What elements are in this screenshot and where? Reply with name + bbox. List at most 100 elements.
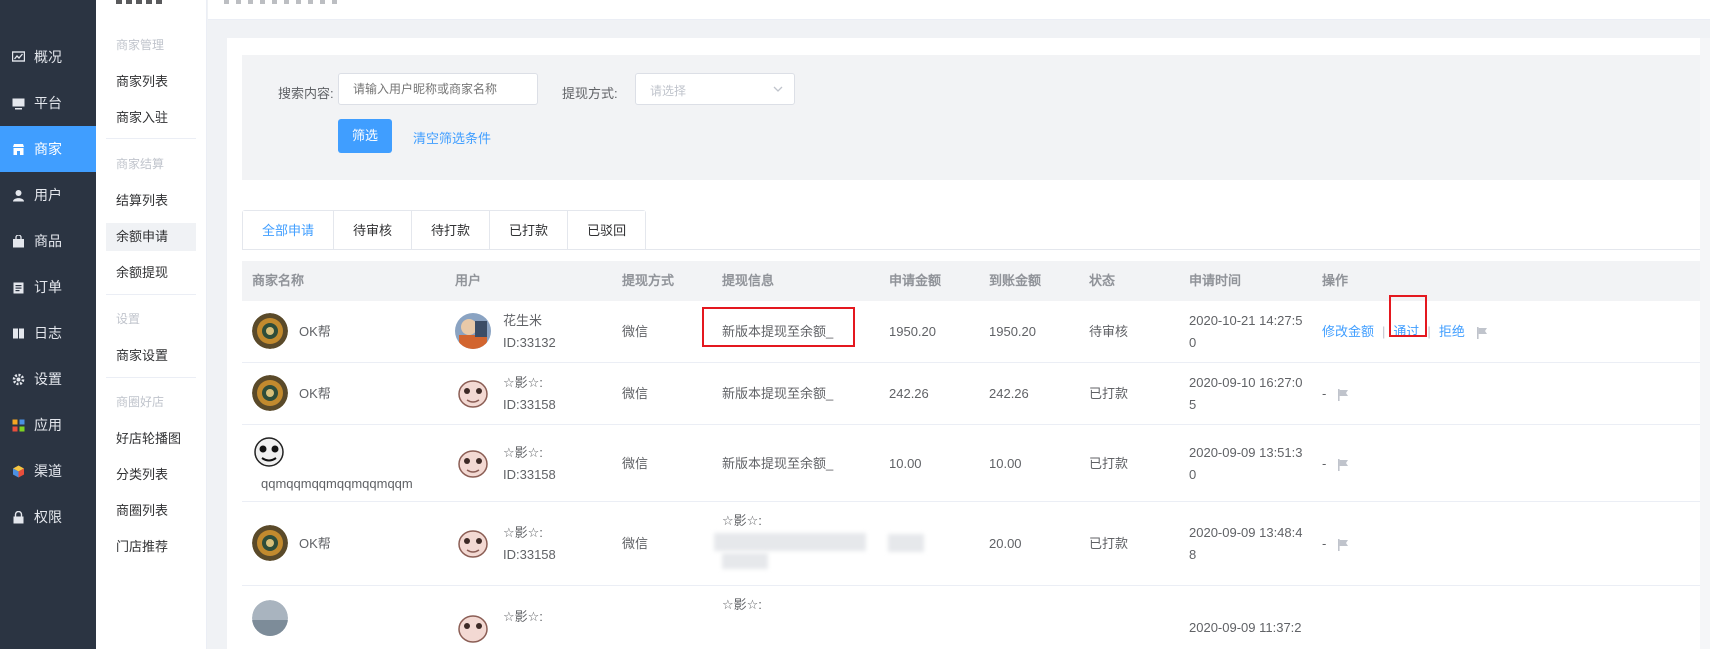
apply-amount: 1950.20 (889, 324, 936, 339)
nav-item-5[interactable]: 订单 (0, 264, 96, 310)
status-tabs: 全部申请 待审核 待打款 已打款 已驳回 (242, 210, 647, 250)
tab-3[interactable]: 已打款 (490, 211, 569, 250)
user-avatar (455, 313, 491, 349)
col-actions: 操作 (1322, 273, 1349, 288)
nav-item-4[interactable]: 商品 (0, 218, 96, 264)
nav-item-label: 商家 (34, 141, 62, 157)
menu-balance-withdraw[interactable]: 余额提现 (106, 259, 196, 287)
status-text: 已打款 (1089, 456, 1129, 471)
app: 概况 平台 商家 用户 商品 订单 日志 设置 应用 渠道 权限 商家管理 商家列表 商家入驻 商家… (0, 0, 1710, 649)
flag-icon[interactable] (1336, 458, 1350, 472)
secondary-sidebar: 商家管理 商家列表 商家入驻 商家结算 结算列表 余额申请 余额提现 设置 商家… (96, 0, 207, 649)
withdraw-info: 新版本提现至余额_ (722, 386, 834, 401)
col-info: 提现信息 (722, 273, 775, 288)
group-title-shop-circle: 商圈好店 (116, 395, 165, 409)
nav-item-label: 权限 (34, 509, 62, 525)
flag-icon[interactable] (1475, 326, 1489, 340)
method-select-placeholder: 请选择 (650, 84, 687, 98)
status-text: 待审核 (1089, 324, 1129, 339)
status-text: 已打款 (1089, 536, 1129, 551)
user-id: ID:33158 (503, 467, 556, 482)
menu-circle-list[interactable]: 商圈列表 (106, 497, 196, 525)
table-row: qqmqqmqqmqqmqqmqqm ☆影☆: ID:33158 微信 新版本提… (242, 425, 1710, 502)
sidebar-title-fragment (116, 0, 166, 4)
clipboard-icon (11, 280, 25, 294)
menu-category-list[interactable]: 分类列表 (106, 461, 196, 489)
reject-link[interactable]: 拒绝 (1439, 324, 1465, 339)
filter-button[interactable]: 筛选 (338, 119, 393, 153)
divider (106, 377, 196, 378)
nav-item-label: 渠道 (34, 463, 62, 479)
user-id: ID:33158 (503, 547, 556, 562)
redacted-amount (888, 534, 924, 552)
tab-4[interactable]: 已驳回 (568, 211, 646, 250)
divider (106, 294, 196, 295)
nav-item-label: 平台 (34, 95, 62, 111)
apply-time-tail: 5 (1189, 397, 1197, 412)
apply-time: 2020-10-21 14:27:5 (1189, 313, 1303, 328)
divider (106, 138, 196, 139)
status-text: 已打款 (1089, 386, 1129, 401)
col-time: 申请时间 (1189, 273, 1242, 288)
clear-filter-link[interactable]: 清空筛选条件 (413, 128, 491, 147)
chevron-down-icon (773, 86, 783, 92)
apply-time-tail: 0 (1189, 467, 1197, 482)
menu-merchant-list[interactable]: 商家列表 (106, 68, 196, 96)
nav-item-7[interactable]: 设置 (0, 356, 96, 402)
search-input[interactable] (338, 73, 538, 105)
col-merchant: 商家名称 (252, 273, 305, 288)
row-actions: - (1322, 383, 1350, 404)
table-row: OK帮 花生米 ID:33132 微信 新版本提现至余额_ 1950.20 19… (242, 295, 1710, 363)
method-select[interactable]: 请选择 (635, 73, 795, 105)
apps-icon (11, 418, 25, 432)
user-avatar (455, 445, 491, 481)
top-bar (208, 0, 1710, 20)
nav-item-10[interactable]: 权限 (0, 494, 96, 540)
nav-item-2[interactable]: 商家 (0, 126, 96, 172)
menu-settlement-list[interactable]: 结算列表 (106, 187, 196, 215)
col-method: 提现方式 (622, 273, 675, 288)
apply-amount: 242.26 (889, 386, 929, 401)
apply-time-tail: 0 (1189, 335, 1197, 350)
primary-sidebar: 概况平台商家用户商品订单 日志 设置 应用渠道权限 (0, 0, 96, 649)
no-action-text: - (1322, 386, 1327, 401)
apply-time-tail: 8 (1189, 547, 1197, 562)
user-name: ☆影☆: (503, 445, 543, 460)
menu-store-recommend[interactable]: 门店推荐 (106, 533, 196, 561)
main-content: 搜索内容: 提现方式: 请选择 筛选 清空筛选条件 全部申请待审核待打款已打款已… (227, 38, 1710, 649)
menu-balance-apply[interactable]: 余额申请 (106, 223, 196, 251)
page-scrollbar[interactable] (1700, 38, 1710, 649)
edit-amount-link[interactable]: 修改金额 (1322, 324, 1374, 339)
nav-item-1[interactable]: 平台 (0, 80, 96, 126)
merchant-avatar (252, 600, 288, 636)
withdraw-method: 微信 (622, 456, 649, 471)
table-row: ☆影☆: ☆影☆: 2020-09-09 11:37:2 (242, 586, 1710, 649)
tab-1[interactable]: 待审核 (334, 211, 413, 250)
nav-item-label: 商品 (34, 233, 62, 249)
menu-merchant-join[interactable]: 商家入驻 (106, 104, 196, 132)
book-icon (11, 326, 25, 340)
withdraw-info: ☆影☆: (722, 513, 762, 528)
group-title-settings: 设置 (116, 312, 141, 326)
menu-shop-carousel[interactable]: 好店轮播图 (106, 425, 196, 453)
flag-icon[interactable] (1336, 388, 1350, 402)
merchant-avatar (252, 435, 286, 469)
flag-icon[interactable] (1336, 538, 1350, 552)
nav-item-9[interactable]: 渠道 (0, 448, 96, 494)
nav-item-6[interactable]: 日志 (0, 310, 96, 356)
nav-item-3[interactable]: 用户 (0, 172, 96, 218)
row-actions: - (1322, 533, 1350, 554)
withdraw-method: 微信 (622, 386, 649, 401)
tab-0[interactable]: 全部申请 (243, 211, 335, 250)
store-icon (11, 142, 25, 156)
tab-2[interactable]: 待打款 (412, 211, 491, 250)
table-header: 商家名称 用户 提现方式 提现信息 申请金额 到账金额 状态 申请时间 操作 (242, 261, 1710, 301)
merchant-name: OK帮 (299, 386, 331, 401)
nav-item-0[interactable]: 概况 (0, 34, 96, 80)
menu-merchant-settings[interactable]: 商家设置 (106, 342, 196, 370)
merchant-avatar (252, 313, 288, 349)
nav-item-8[interactable]: 应用 (0, 402, 96, 448)
user-id: ID:33132 (503, 335, 556, 350)
col-apply-amount: 申请金额 (889, 273, 942, 288)
user-id: ID:33158 (503, 397, 556, 412)
